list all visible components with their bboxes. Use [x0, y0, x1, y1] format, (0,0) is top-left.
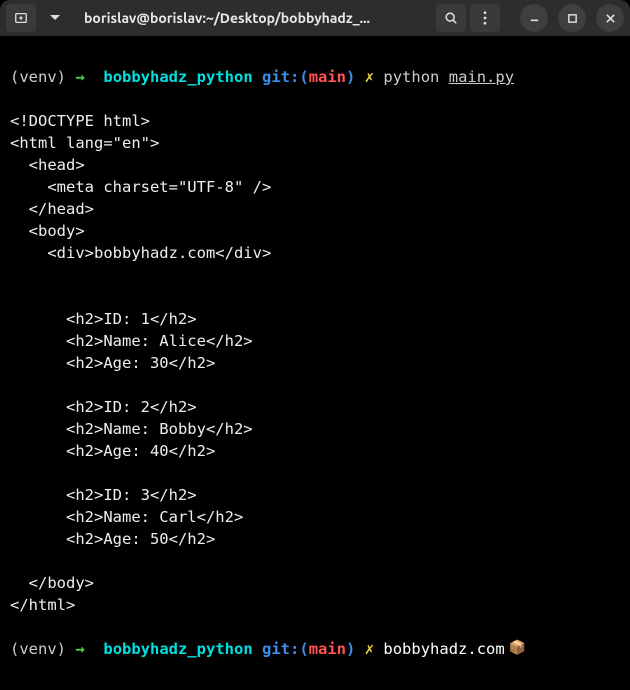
git-close: ): [346, 68, 355, 86]
cube-icon: 📦: [509, 639, 526, 659]
search-button[interactable]: [436, 4, 466, 32]
window-titlebar: borislav@borislav:~/Desktop/bobbyhadz_..…: [0, 0, 630, 36]
venv-label: (venv): [10, 640, 66, 658]
dirty-indicator-icon: ✗: [365, 640, 374, 658]
prompt-arrow-icon: →: [75, 640, 84, 658]
git-branch: main: [309, 640, 346, 658]
command-file: main.py: [449, 68, 514, 86]
prompt-line-2: (venv) → bobbyhadz_python git:(main) ✗ b…: [10, 638, 620, 660]
git-label: git:(: [262, 640, 309, 658]
window-title: borislav@borislav:~/Desktop/bobbyhadz_..…: [74, 10, 432, 26]
dirty-indicator-icon: ✗: [365, 68, 374, 86]
close-button[interactable]: [596, 4, 624, 32]
watermark-text: bobbyhadz.com: [383, 638, 504, 660]
minimize-button[interactable]: [520, 4, 548, 32]
cwd-label: bobbyhadz_python: [103, 640, 252, 658]
new-tab-button[interactable]: [6, 4, 36, 32]
git-close: ): [346, 640, 355, 658]
prompt-arrow-icon: →: [75, 68, 84, 86]
git-branch: main: [309, 68, 346, 86]
output-block: <!DOCTYPE html> <html lang="en"> <head> …: [10, 110, 620, 616]
git-label: git:(: [262, 68, 309, 86]
cwd-label: bobbyhadz_python: [103, 68, 252, 86]
command-text: python: [383, 68, 439, 86]
maximize-button[interactable]: [558, 4, 586, 32]
dropdown-button[interactable]: [40, 4, 70, 32]
menu-button[interactable]: [470, 4, 500, 32]
terminal-content[interactable]: (venv) → bobbyhadz_python git:(main) ✗ p…: [0, 36, 630, 690]
prompt-line-1: (venv) → bobbyhadz_python git:(main) ✗ p…: [10, 66, 620, 88]
venv-label: (venv): [10, 68, 66, 86]
watermark: bobbyhadz.com 📦: [383, 638, 526, 660]
